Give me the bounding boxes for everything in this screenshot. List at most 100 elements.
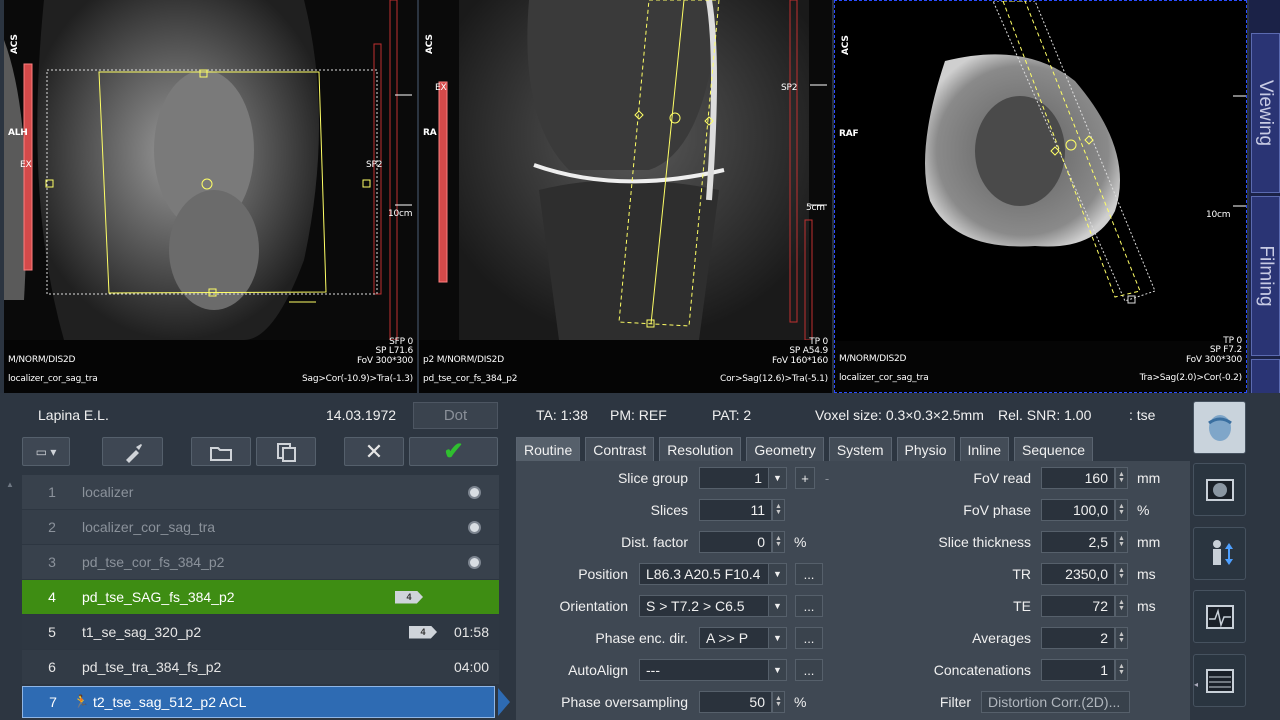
apply-button[interactable]: ✔ — [409, 437, 498, 466]
slices-stepper[interactable]: 11 ▲ ▼ — [699, 499, 785, 521]
ta-label: TA: 1:38 — [536, 407, 588, 423]
tr-value: 2350,0 — [1065, 566, 1108, 582]
stepper-arrows-icon[interactable]: ▲ ▼ — [1115, 531, 1128, 553]
list-item-running[interactable]: 4 pd_tse_SAG_fs_384_p2 4 — [22, 580, 499, 614]
copy-reference-badge: 4 — [395, 590, 423, 604]
list-window-icon — [1205, 668, 1234, 693]
stepper-arrows-icon[interactable]: ▲ ▼ — [1115, 467, 1128, 489]
tab-inline[interactable]: Inline — [959, 437, 1009, 461]
localizer-view-button[interactable] — [1193, 463, 1246, 516]
autoalign-select[interactable]: --- ▼ — [639, 659, 787, 681]
phase-os-stepper[interactable]: 50 ▲ ▼ — [699, 691, 785, 713]
tab-contrast[interactable]: Contrast — [585, 437, 655, 461]
orientation-more-button[interactable]: ... — [795, 595, 823, 617]
phase-os-label: Phase oversampling — [561, 694, 688, 710]
stepper-arrows-icon[interactable]: ▲ ▼ — [772, 499, 785, 521]
slice-group-label: Slice group — [617, 470, 688, 486]
autoalign-more-button[interactable]: ... — [795, 659, 823, 681]
te-stepper[interactable]: 72 ▲ ▼ — [1041, 595, 1128, 617]
filter-field[interactable]: Distortion Corr.(2D)... — [981, 691, 1130, 713]
slice-thickness-unit: mm — [1137, 534, 1161, 550]
image-desc-label: M/NORM/DIS2D — [839, 354, 907, 364]
tab-geometry[interactable]: Geometry — [746, 437, 824, 461]
tr-stepper[interactable]: 2350,0 ▲ ▼ — [1041, 563, 1128, 585]
sequence-list-button[interactable] — [1193, 654, 1246, 707]
queue-name: localizer — [82, 484, 134, 500]
list-item[interactable]: 3 pd_tse_cor_fs_384_p2 — [22, 545, 499, 579]
tab-resolution[interactable]: Resolution — [659, 437, 742, 461]
cancel-button[interactable]: ✕ — [344, 437, 404, 466]
dist-factor-value: 0 — [757, 534, 765, 550]
stepper-arrows-icon[interactable]: ▲ ▼ — [1115, 563, 1128, 585]
viewport-axial[interactable]: ACS RAF 10cm TP 0 SP F7.2 FoV 300*300 Tr… — [834, 0, 1247, 393]
fov-label: FoV 300*300 — [1185, 355, 1242, 365]
list-item[interactable]: 1 localizer — [22, 475, 499, 509]
viewport-sagittal[interactable]: ACS ALH EX SP2 10cm SFP 0 SP L71.6 FoV 3… — [4, 0, 417, 393]
copy-button[interactable] — [256, 437, 316, 466]
fov-read-label: FoV read — [973, 470, 1031, 486]
list-item[interactable]: 2 localizer_cor_sag_tra — [22, 510, 499, 544]
te-label: TE — [1013, 598, 1031, 614]
dot-button[interactable]: Dot — [413, 402, 498, 429]
list-item[interactable]: 5 t1_se_sag_320_p2 4 01:58 — [22, 615, 499, 649]
queue-number: 1 — [48, 484, 56, 500]
fov-read-stepper[interactable]: 160 ▲ ▼ — [1041, 467, 1128, 489]
tab-physio[interactable]: Physio — [896, 437, 955, 461]
position-select[interactable]: L86.3 A20.5 F10.4 ▼ — [639, 563, 787, 585]
stepper-arrows-icon[interactable]: ▲ ▼ — [772, 531, 785, 553]
tab-filming[interactable]: Filming — [1251, 196, 1280, 356]
tab-sequence[interactable]: Sequence — [1014, 437, 1094, 461]
tab-system[interactable]: System — [828, 437, 892, 461]
scroll-up-icon[interactable]: ▲ — [6, 480, 14, 489]
viewport-coronal[interactable]: ACS RA EX SP2 5cm TP 0 SP A54.9 FoV 160*… — [419, 0, 832, 393]
stepper-arrows-icon[interactable]: ▲ ▼ — [772, 691, 785, 713]
physio-display-button[interactable] — [1193, 590, 1246, 643]
patient-position-button[interactable] — [1193, 401, 1246, 454]
projection-label: Cor>Sag(12.6)>Tra(-5.1) — [720, 374, 828, 384]
pipette-icon — [125, 443, 142, 463]
stepper-arrows-icon[interactable]: ▲ ▼ — [1115, 659, 1128, 681]
phase-dir-value: A >> P — [706, 630, 749, 646]
phase-dir-more-button[interactable]: ... — [795, 627, 823, 649]
concatenations-stepper[interactable]: 1 ▲ ▼ — [1041, 659, 1128, 681]
queue-name: t1_se_sag_320_p2 — [82, 624, 202, 640]
position-value: L86.3 A20.5 F10.4 — [646, 566, 761, 582]
view-menu-button[interactable]: ▭ ▾ — [22, 437, 70, 466]
series-name-label: pd_tse_cor_fs_384_p2 — [423, 374, 518, 384]
orientation-top-label: ACS — [10, 34, 20, 54]
copy-icon — [277, 442, 296, 462]
orientation-top-label: ACS — [841, 35, 851, 55]
tab-viewing[interactable]: Viewing — [1251, 33, 1280, 193]
position-more-button[interactable]: ... — [795, 563, 823, 585]
stepper-arrows-icon[interactable]: ▲ ▼ — [1115, 499, 1128, 521]
list-item[interactable]: 6 pd_tse_tra_384_fs_p2 04:00 — [22, 650, 499, 684]
table-move-button[interactable] — [1193, 527, 1246, 580]
remove-slice-group-button[interactable]: - — [818, 467, 836, 489]
list-item-selected[interactable]: 7 🏃 t2_tse_sag_512_p2 ACL — [22, 686, 495, 718]
fov-phase-stepper[interactable]: 100,0 ▲ ▼ — [1041, 499, 1128, 521]
edit-button[interactable] — [102, 437, 163, 466]
stepper-arrows-icon[interactable]: ▲ ▼ — [1115, 595, 1128, 617]
selected-pointer — [498, 688, 510, 716]
open-folder-button[interactable] — [191, 437, 251, 466]
queue-time: 04:00 — [453, 659, 489, 675]
fov-label: FoV 160*160 — [771, 356, 828, 366]
status-icon — [468, 485, 481, 499]
dist-factor-stepper[interactable]: 0 ▲ ▼ — [699, 531, 785, 553]
orientation-select[interactable]: S > T7.2 > C6.5 ▼ — [639, 595, 787, 617]
queue-number: 6 — [48, 659, 56, 675]
te-unit: ms — [1137, 598, 1156, 614]
scale-label: 10cm — [388, 209, 413, 219]
slice-thickness-stepper[interactable]: 2,5 ▲ ▼ — [1041, 531, 1128, 553]
tab-routine[interactable]: Routine — [516, 437, 581, 461]
stepper-arrows-icon[interactable]: ▲ ▼ — [1115, 627, 1128, 649]
orientation-left-label: RAF — [839, 129, 859, 139]
autoalign-label: AutoAlign — [568, 662, 628, 678]
averages-stepper[interactable]: 2 ▲ ▼ — [1041, 627, 1128, 649]
queue-name: t2_tse_sag_512_p2 ACL — [93, 694, 247, 710]
expand-left-icon[interactable]: ◂ — [1194, 680, 1198, 689]
slice-group-select[interactable]: 1 ▼ — [699, 467, 787, 489]
phase-dir-select[interactable]: A >> P ▼ — [699, 627, 787, 649]
filter-value: Distortion Corr.(2D)... — [988, 694, 1121, 710]
add-slice-group-button[interactable]: + — [795, 467, 815, 489]
